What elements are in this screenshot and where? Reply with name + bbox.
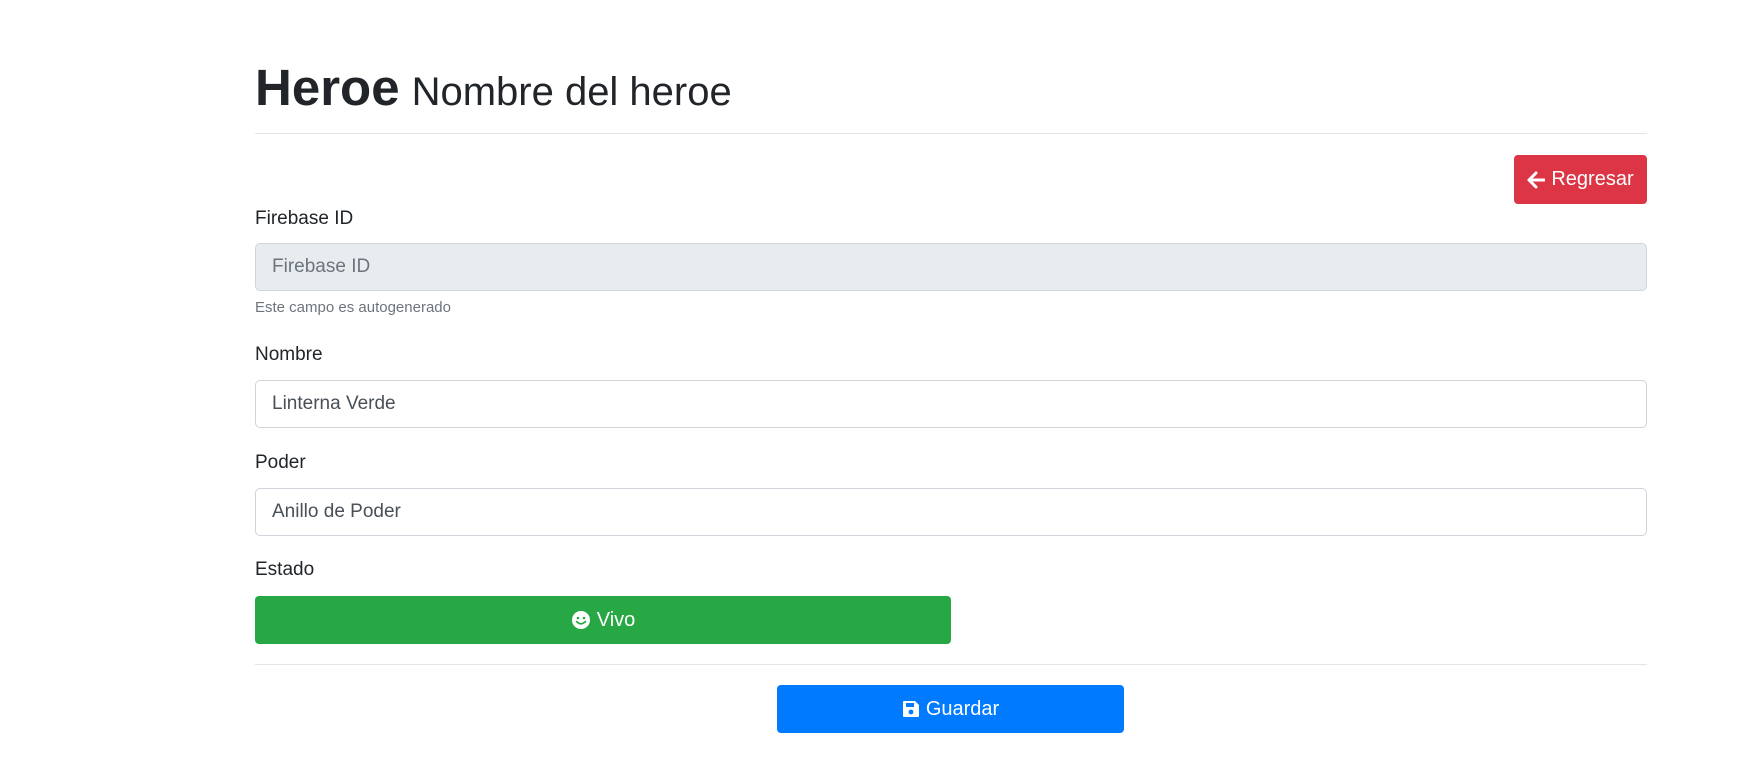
footer-divider bbox=[255, 664, 1647, 665]
header-divider bbox=[255, 133, 1647, 134]
smile-icon bbox=[571, 611, 590, 629]
firebase-id-field[interactable]: Firebase ID bbox=[255, 243, 1647, 291]
back-button[interactable]: Regresar bbox=[1514, 155, 1647, 204]
page-subtitle: Nombre del heroe bbox=[411, 70, 732, 114]
poder-value: Anillo de Poder bbox=[272, 501, 401, 522]
save-button-label: Guardar bbox=[925, 697, 1000, 720]
hero-form-container: Heroe Nombre del heroe Regresar Firebase … bbox=[255, 0, 1647, 765]
estado-label: Estado bbox=[255, 559, 315, 580]
poder-field[interactable]: Anillo de Poder bbox=[255, 488, 1647, 536]
nombre-label: Nombre bbox=[255, 344, 323, 365]
save-button[interactable]: Guardar bbox=[777, 685, 1124, 733]
firebase-id-label: Firebase ID bbox=[255, 208, 354, 229]
page-title-main: Heroe bbox=[255, 59, 400, 116]
nombre-value: Linterna Verde bbox=[272, 393, 396, 414]
firebase-id-placeholder: Firebase ID bbox=[272, 256, 371, 277]
estado-toggle-button[interactable]: Vivo bbox=[255, 596, 951, 644]
page-title: Heroe Nombre del heroe bbox=[255, 58, 732, 117]
estado-button-label: Vivo bbox=[596, 608, 636, 631]
back-button-label: Regresar bbox=[1551, 168, 1634, 190]
firebase-id-help-text: Este campo es autogenerado bbox=[255, 299, 451, 316]
save-icon bbox=[902, 701, 919, 717]
poder-label: Poder bbox=[255, 452, 306, 473]
nombre-field[interactable]: Linterna Verde bbox=[255, 380, 1647, 428]
arrow-left-icon bbox=[1527, 171, 1546, 188]
